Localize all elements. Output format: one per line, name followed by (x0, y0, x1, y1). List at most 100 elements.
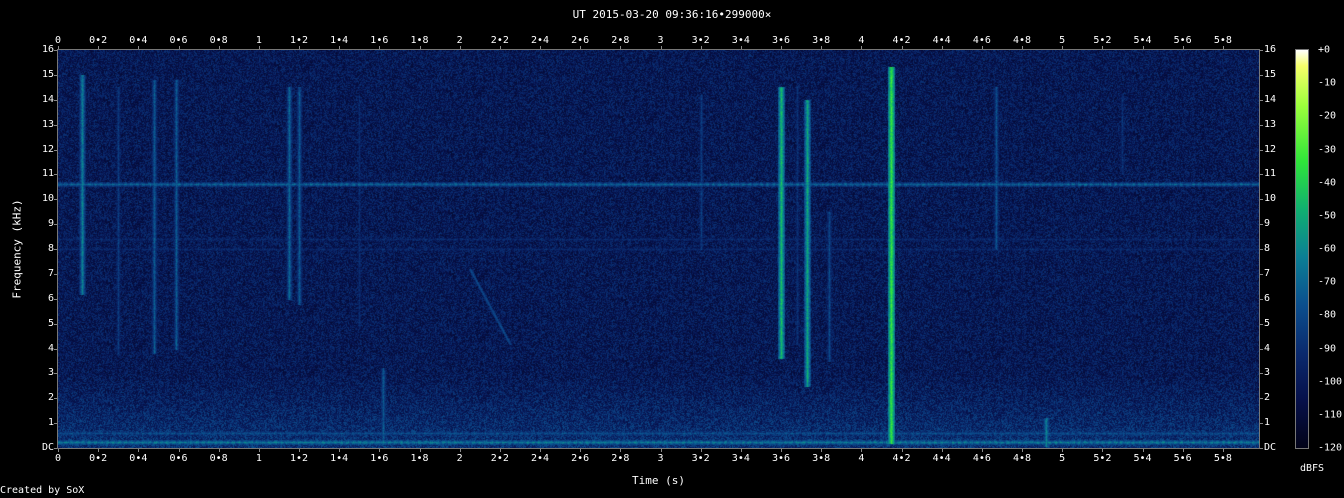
colorbar-tick-label: -40 (1318, 177, 1337, 189)
x-tick-label: 3•4 (731, 453, 750, 464)
y-tick-mark (1259, 273, 1263, 275)
y-tick-label: 11 (41, 168, 54, 180)
y-tick-label: 15 (41, 68, 54, 80)
colorbar-tick-label: -20 (1318, 110, 1337, 122)
x-tick-label: 1•2 (289, 35, 309, 46)
x-tick-label: 0•8 (209, 35, 228, 46)
x-tick-mark (1142, 448, 1144, 452)
colorbar-tick-label: -30 (1318, 144, 1337, 155)
x-tick-mark (660, 448, 662, 452)
x-tick-label: 0•2 (89, 35, 108, 46)
x-tick-mark (299, 448, 300, 452)
x-tick-label: 1•6 (370, 35, 389, 46)
x-tick-mark (379, 448, 381, 452)
y-tick-label: 3 (1264, 367, 1271, 379)
x-tick-mark (1102, 448, 1104, 452)
y-tick-mark (54, 448, 58, 449)
x-tick-mark (781, 448, 782, 452)
x-tick-label: 5•8 (1213, 453, 1232, 464)
x-tick-mark (419, 448, 421, 452)
colorbar-tick-label: -60 (1318, 243, 1337, 255)
colorbar-tick-label: -70 (1318, 276, 1337, 288)
y-tick-mark (1259, 249, 1263, 250)
spectrogram-plot-area (57, 49, 1260, 449)
x-tick-label: 3•6 (771, 453, 791, 464)
x-tick-label: 4•2 (892, 453, 911, 464)
y-tick-label: 13 (1264, 118, 1277, 130)
y-tick-label: 4 (47, 342, 54, 354)
x-tick-label: 3•8 (812, 453, 831, 464)
y-tick-label: 8 (1264, 243, 1271, 254)
y-tick-label: 14 (1264, 93, 1277, 105)
y-tick-label: 7 (1264, 267, 1271, 279)
y-tick-mark (1259, 298, 1263, 300)
y-tick-label: 3 (47, 367, 54, 379)
colorbar-tick-label: +0 (1318, 44, 1331, 56)
y-tick-label: 16 (1264, 44, 1277, 55)
x-tick-label: 3•2 (691, 35, 710, 46)
x-tick-mark (1182, 448, 1184, 452)
y-tick-label: 14 (41, 93, 54, 105)
x-tick-label: 4•4 (932, 453, 951, 464)
y-tick-mark (1259, 99, 1263, 101)
x-tick-label: 3•4 (731, 35, 750, 46)
x-tick-mark (459, 448, 461, 452)
x-tick-label: 4 (858, 453, 865, 464)
chart-title: UT 2015-03-20 09:36:16•299000× (572, 8, 772, 21)
x-tick-label: 1 (255, 453, 262, 464)
x-tick-mark (620, 448, 622, 452)
x-tick-label: 4•6 (972, 35, 991, 46)
y-tick-mark (1259, 199, 1263, 201)
x-tick-label: 0 (54, 35, 62, 46)
y-tick-mark (1259, 74, 1263, 76)
y-tick-label: 6 (1264, 292, 1271, 304)
x-tick-mark (1022, 448, 1023, 452)
x-tick-label: 1•8 (410, 453, 429, 464)
x-tick-label: 5•2 (1093, 453, 1112, 464)
x-tick-mark (700, 448, 702, 452)
y-tick-label: 11 (1264, 168, 1277, 180)
x-tick-label: 1•4 (330, 453, 349, 464)
x-tick-label: 5•6 (1173, 453, 1192, 464)
x-tick-label: 3•8 (812, 35, 831, 46)
y-tick-label: 1 (1264, 417, 1271, 429)
x-tick-label: 2 (456, 35, 463, 46)
x-tick-label: 0 (54, 453, 62, 464)
x-tick-mark (740, 448, 742, 452)
x-tick-label: 4 (858, 35, 865, 46)
x-tick-label: 4•8 (1012, 453, 1032, 464)
y-tick-mark (1259, 149, 1263, 151)
colorbar-tick-label: -110 (1318, 409, 1343, 421)
x-tick-label: 3 (657, 453, 664, 464)
x-tick-label: 5•6 (1173, 35, 1192, 46)
x-tick-mark (1222, 448, 1224, 452)
y-tick-label: 9 (1264, 218, 1271, 230)
y-tick-mark (1259, 373, 1263, 375)
x-tick-mark (821, 448, 823, 452)
y-tick-mark (1259, 124, 1263, 126)
x-tick-label: 2•2 (490, 453, 509, 464)
y-tick-label: 16 (41, 44, 54, 55)
x-tick-mark (580, 448, 582, 452)
x-tick-mark (540, 448, 541, 452)
x-tick-mark (258, 448, 260, 452)
x-tick-mark (58, 448, 59, 452)
x-tick-mark (861, 448, 863, 452)
colorbar-unit: dBFS (1300, 463, 1325, 474)
colorbar-tick-label: -50 (1318, 210, 1337, 222)
x-tick-mark (981, 448, 983, 452)
colorbar-tick-label: -100 (1318, 376, 1343, 388)
x-tick-mark (138, 448, 140, 452)
y-tick-mark (1259, 224, 1263, 226)
x-tick-label: 1•4 (330, 35, 349, 46)
colorbar (1295, 49, 1309, 449)
x-tick-label: 0•4 (129, 453, 148, 464)
x-tick-label: 1•6 (370, 453, 389, 464)
x-tick-label: 2•8 (611, 453, 630, 464)
y-tick-label: 10 (1264, 193, 1277, 205)
y-tick-label: 12 (41, 143, 54, 155)
x-tick-label: 3•6 (771, 35, 791, 46)
x-tick-label: 2•4 (530, 35, 550, 46)
y-tick-label: 2 (47, 392, 54, 404)
x-tick-mark (1062, 448, 1064, 452)
